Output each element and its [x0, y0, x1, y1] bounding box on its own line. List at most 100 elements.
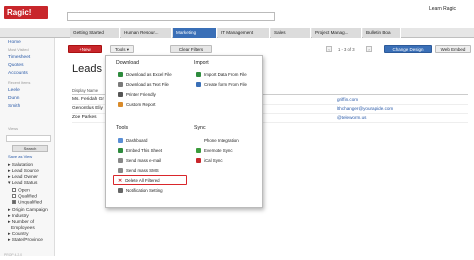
filter-number-of[interactable]: ▸ Number of	[8, 220, 34, 225]
views-header: Views	[8, 127, 19, 131]
excel-icon	[118, 72, 123, 78]
email-icon	[118, 158, 123, 164]
menu-download-text[interactable]: Download as Text File	[118, 82, 169, 88]
filter-label: Lead Owner	[11, 175, 38, 180]
new-record-button[interactable]: +New	[68, 45, 102, 53]
menu-item-label: Create form From File	[204, 82, 247, 87]
menu-phone-integration[interactable]: Phone Integration	[196, 138, 239, 144]
tab-marketing[interactable]: Marketing	[173, 28, 217, 38]
tab-it-management[interactable]: IT Management	[218, 28, 270, 38]
learn-ragic-link[interactable]: Learn Ragic	[429, 6, 456, 12]
download-section-header: Download	[116, 60, 140, 66]
tools-menu-button[interactable]: Tools ▾	[110, 45, 134, 53]
recent-item-smith[interactable]: Smith	[8, 104, 20, 109]
tab-bulletin-board[interactable]: Bulletin Boa	[363, 28, 401, 38]
menu-send-mass-sms[interactable]: Send mass SMS	[118, 168, 159, 174]
recent-item-dunn[interactable]: Dunn	[8, 96, 19, 101]
checkbox[interactable]	[12, 194, 16, 198]
next-page-icon[interactable]: ›	[366, 46, 372, 52]
import-section-header: Import	[194, 60, 209, 66]
row-name[interactable]: Genontlus Eliy	[72, 106, 103, 111]
phone-icon	[196, 138, 201, 144]
sidebar-item-home[interactable]: Home	[8, 40, 21, 45]
filter-label: Country	[11, 232, 29, 237]
tab-sales[interactable]: Sales	[271, 28, 311, 38]
menu-create-form[interactable]: Create form From File	[196, 82, 247, 88]
menu-embed-sheet[interactable]: Embed This Sheet	[118, 148, 163, 154]
filter-label: Origin Campaign	[11, 208, 48, 213]
sidebar-item-accounts[interactable]: Accounts	[8, 71, 28, 76]
menu-dashboard[interactable]: Dashboard	[118, 138, 148, 144]
menu-custom-report[interactable]: Custom Report	[118, 102, 156, 108]
filter-lead-owner[interactable]: ▸ Lead Owner	[8, 175, 38, 180]
status-option-unqualified[interactable]: Unqualified	[12, 200, 42, 205]
top-bar: Ragic! Learn Ragic	[0, 0, 474, 28]
row-email[interactable]: griffin.com	[337, 97, 358, 102]
menu-send-mass-email[interactable]: Send mass e-mail	[118, 158, 162, 164]
row-name[interactable]: Ms. Feridah Gr	[72, 97, 104, 102]
sidebar-search-input[interactable]	[6, 135, 51, 142]
recent-item-leele[interactable]: Leele	[8, 88, 20, 93]
sidebar-item-quotes[interactable]: Quotes	[8, 63, 23, 68]
clear-filters-button[interactable]: Clear Filters	[170, 45, 212, 53]
menu-evernote-sync[interactable]: Evernote Sync	[196, 148, 233, 154]
option-label: Open	[18, 188, 30, 194]
menu-item-label: Phone Integration	[204, 138, 239, 143]
menu-download-excel[interactable]: Download as Excel File	[118, 72, 172, 78]
global-search-input[interactable]	[67, 12, 275, 21]
tools-section-header: Tools	[116, 125, 129, 131]
checkbox[interactable]	[12, 188, 16, 192]
save-as-view-link[interactable]: Save as View	[8, 154, 32, 159]
sidebar-search-button[interactable]: Search	[12, 145, 48, 152]
filter-lead-source[interactable]: ▸ Lead Source	[8, 169, 39, 174]
most-visited-header: Most Visited	[8, 48, 29, 52]
filter-state-province[interactable]: ▸ State/Province	[8, 238, 43, 243]
filter-lead-status[interactable]: ▾ Lead Status	[8, 181, 37, 186]
filter-industry[interactable]: ▸ Industry	[8, 214, 29, 219]
sync-section-header: Sync	[194, 125, 206, 131]
printer-icon	[118, 92, 123, 98]
row-email[interactable]: @teleworm.us	[337, 115, 366, 120]
filter-label: Industry	[11, 214, 29, 219]
tab-getting-started[interactable]: Getting Started	[70, 28, 120, 38]
ragic-logo[interactable]: Ragic!	[4, 6, 48, 19]
report-icon	[118, 102, 123, 108]
checkbox-checked[interactable]	[12, 200, 16, 204]
status-option-qualified[interactable]: Qualified	[12, 194, 37, 199]
menu-ical-sync[interactable]: iCal Sync	[196, 158, 223, 164]
menu-item-label: Embed This Sheet	[126, 148, 163, 153]
menu-item-label: Send mass e-mail	[126, 158, 162, 163]
menu-printer-friendly[interactable]: Printer Friendly	[118, 92, 156, 98]
filter-country[interactable]: ▸ Country	[8, 232, 29, 237]
filter-label: Lead Status	[11, 181, 38, 186]
menu-item-label: Send mass SMS	[126, 168, 159, 173]
dashboard-icon	[118, 138, 123, 144]
sidebar-item-timesheet[interactable]: Timesheet	[8, 55, 30, 60]
prev-page-icon[interactable]: ‹	[326, 46, 332, 52]
form-icon	[196, 82, 201, 88]
menu-notification-setting[interactable]: Notification Setting	[118, 188, 163, 194]
filter-salutation[interactable]: ▸ Salutation	[8, 163, 33, 168]
tab-project-management[interactable]: Project Manag...	[312, 28, 362, 38]
embed-icon	[118, 148, 123, 154]
footer-version: PROP 4.2.0	[4, 253, 23, 257]
web-embed-button[interactable]: Web Embed	[435, 45, 471, 53]
option-label: Qualified	[18, 194, 37, 200]
recent-items-header: Recent Items	[8, 81, 31, 85]
bell-icon	[118, 188, 123, 194]
menu-item-label: Notification Setting	[126, 188, 163, 193]
filter-label: State/Province	[11, 238, 43, 243]
tools-dropdown-menu: Download Import Download as Excel File D…	[105, 55, 263, 208]
filter-origin-campaign[interactable]: ▸ Origin Campaign	[8, 208, 48, 213]
row-email[interactable]: lthchanger@yourapide.com	[337, 106, 393, 111]
change-design-button[interactable]: Change Design	[384, 45, 432, 53]
menu-item-label: Dashboard	[126, 138, 148, 143]
status-option-open[interactable]: Open	[12, 188, 30, 193]
delete-all-filtered-highlight	[113, 175, 187, 185]
menu-import-data[interactable]: Import Data From File	[196, 72, 247, 78]
tab-human-resources[interactable]: Human Resour...	[121, 28, 172, 38]
row-name[interactable]: Zoe Parkes	[72, 115, 97, 120]
sidebar: Home Most Visited Timesheet Quotes Accou…	[0, 38, 55, 256]
tab-bar: Getting Started Human Resour... Marketin…	[0, 28, 474, 38]
text-file-icon	[118, 82, 123, 88]
